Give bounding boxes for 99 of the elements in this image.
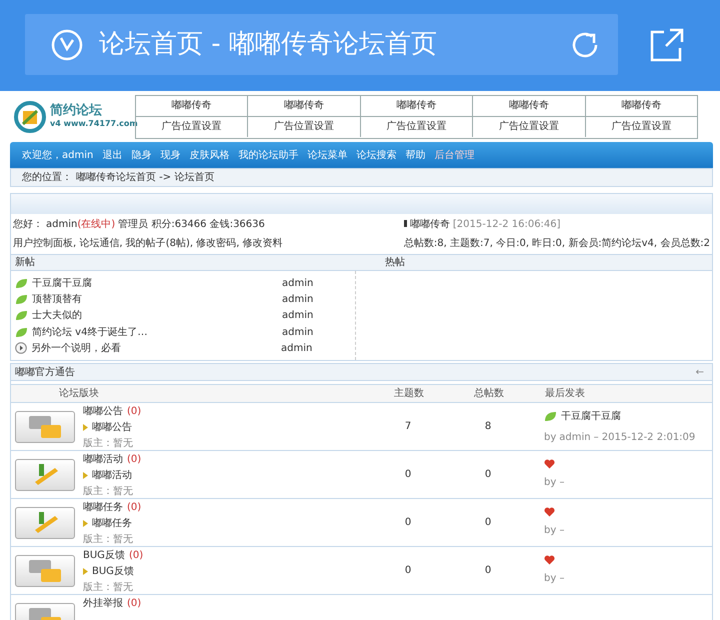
online-status: (在线中) — [77, 218, 116, 232]
heart-icon — [544, 555, 555, 566]
post-link[interactable]: 士大夫似的 — [32, 308, 282, 324]
username[interactable]: admin — [46, 217, 78, 232]
greeting-text: 您好： — [13, 218, 43, 232]
post-count: (0) — [127, 406, 142, 418]
timestamp: [2015-12-2 16:06:46] — [452, 218, 561, 232]
post-link[interactable]: 顶替顶替有 — [32, 292, 282, 307]
post-author: admin — [282, 326, 314, 340]
page-title: 论坛首页 - 嘟嘟传奇论坛首页 — [99, 28, 437, 61]
post-link[interactable]: 干豆腐干豆腐 — [32, 276, 282, 291]
post-count: (0) — [127, 598, 142, 610]
board-name[interactable]: 嘟嘟任务 — [83, 502, 123, 514]
by-label: by — [544, 430, 556, 445]
ad-link[interactable]: 广告位置设置 — [360, 117, 472, 137]
ad-link[interactable]: 广告位置设置 — [584, 117, 698, 137]
tab-label: 热帖 — [385, 256, 405, 270]
ad-link[interactable]: 嘟嘟传奇 — [472, 96, 585, 116]
forum-name: 嘟嘟传奇 — [410, 218, 450, 232]
user-links[interactable]: 用户控制面板, 论坛通信, 我的帖子(8帖), 修改密码, 修改资料 — [13, 236, 283, 251]
moderator-text: 版主：暂无 — [83, 484, 134, 500]
post-count: (0) — [127, 454, 142, 466]
column-header: 最后发表 — [545, 386, 585, 402]
section-title: 嘟嘟官方通告 — [15, 366, 75, 380]
reply-count: 0 — [484, 516, 492, 530]
breadcrumb-link[interactable]: 嘟嘟传奇论坛首页 -> 论坛首页 — [76, 170, 214, 185]
nav-link[interactable]: 帮助 — [405, 148, 426, 162]
arrow-icon — [83, 424, 88, 432]
ad-link[interactable]: 嘟嘟传奇 — [247, 96, 360, 116]
board-name[interactable]: 嘟嘟公告 — [83, 406, 123, 418]
arrow-icon — [83, 568, 88, 576]
logo-icon — [14, 101, 46, 133]
play-circle-icon — [15, 342, 27, 354]
welcome-text: 欢迎您，admin — [22, 148, 94, 162]
post-author: admin — [282, 276, 314, 291]
leaf-icon — [15, 310, 28, 322]
topic-count: 0 — [404, 516, 412, 530]
forum-stats: 总帖数:8, 主题数:7, 今日:0, 昨日:0, 新会员:简约论坛v4, 会员总数:2 — [404, 236, 710, 251]
logo[interactable]: 简约论坛 v4 www.74177.com — [14, 101, 138, 133]
moderator-text: 版主：暂无 — [83, 580, 134, 596]
leaf-icon — [544, 410, 557, 422]
column-header: 主题数 — [393, 386, 425, 402]
subforum-link[interactable]: BUG反馈 — [92, 564, 134, 580]
board-name[interactable]: 外挂举报 — [83, 598, 123, 610]
leaf-icon — [15, 294, 28, 305]
nav-link[interactable]: 皮肤风格 — [189, 148, 230, 162]
column-header: 论坛版块 — [59, 386, 100, 402]
post-author: admin — [282, 292, 314, 307]
ad-link[interactable]: 广告位置设置 — [247, 117, 360, 137]
reply-count: 0 — [484, 564, 492, 578]
nav-link[interactable]: 退出 — [102, 148, 122, 162]
arrow-icon — [83, 472, 88, 480]
heart-icon — [544, 459, 555, 470]
topic-count: 0 — [404, 468, 412, 482]
reply-count: 0 — [484, 468, 492, 482]
post-count: (0) — [128, 550, 144, 562]
leaf-icon — [15, 278, 28, 289]
ad-link[interactable]: 广告位置设置 — [136, 117, 248, 137]
nav-link[interactable]: 隐身 — [131, 148, 152, 162]
last-post-link[interactable]: 干豆腐干豆腐 — [561, 408, 621, 424]
logo-text: 简约论坛 — [50, 104, 103, 118]
last-post-text: by – — [544, 476, 564, 490]
post-link[interactable]: 另外一个说明，必看 — [31, 340, 281, 356]
nav-link[interactable]: 论坛搜索 — [356, 148, 396, 162]
board-name[interactable]: BUG反馈 — [83, 550, 125, 562]
arrow-icon — [83, 520, 88, 528]
board-name[interactable]: 嘟嘟活动 — [83, 454, 123, 466]
nav-link[interactable]: 现身 — [160, 148, 180, 162]
moderator-text: 版主：暂无 — [83, 436, 134, 452]
moderator-text: 版主：暂无 — [83, 532, 134, 548]
ad-link[interactable]: 嘟嘟传奇 — [360, 96, 472, 116]
leaf-icon — [15, 326, 28, 338]
heart-icon — [544, 507, 555, 518]
user-stats: 管理员 积分:63466 金钱:36636 — [118, 218, 265, 232]
ad-link[interactable]: 嘟嘟传奇 — [136, 96, 248, 116]
post-link[interactable]: 简约论坛 v4终于诞生了… — [32, 324, 282, 340]
nav-link[interactable]: 我的论坛助手 — [238, 148, 298, 162]
column-header: 总帖数 — [473, 386, 505, 402]
post-author: admin — [282, 309, 314, 324]
ad-link[interactable]: 嘟嘟传奇 — [584, 96, 698, 116]
last-post-text: by – — [544, 524, 564, 538]
subforum-link[interactable]: 嘟嘟公告 — [92, 420, 132, 436]
breadcrumb-label: 您的位置： — [22, 170, 72, 185]
last-post-text: by – — [544, 572, 564, 586]
post-count: (0) — [127, 502, 142, 514]
topic-count: 7 — [404, 420, 412, 434]
topic-count: 0 — [404, 564, 412, 578]
reply-count: 8 — [484, 420, 492, 434]
subforum-link[interactable]: 嘟嘟活动 — [92, 468, 132, 484]
nav-link[interactable]: 论坛菜单 — [307, 148, 348, 162]
post-author: admin — [281, 342, 312, 356]
loading-icon — [51, 28, 83, 60]
bullet-icon — [404, 220, 407, 227]
ad-link[interactable]: 广告位置设置 — [472, 117, 585, 137]
post-time: – 2015-12-2 2:01:09 — [594, 430, 696, 445]
tab-label: 新帖 — [15, 256, 36, 270]
subforum-link[interactable]: 嘟嘟任务 — [92, 516, 132, 532]
logo-url: v4 www.74177.com — [50, 118, 138, 130]
last-poster[interactable]: admin — [559, 430, 591, 445]
